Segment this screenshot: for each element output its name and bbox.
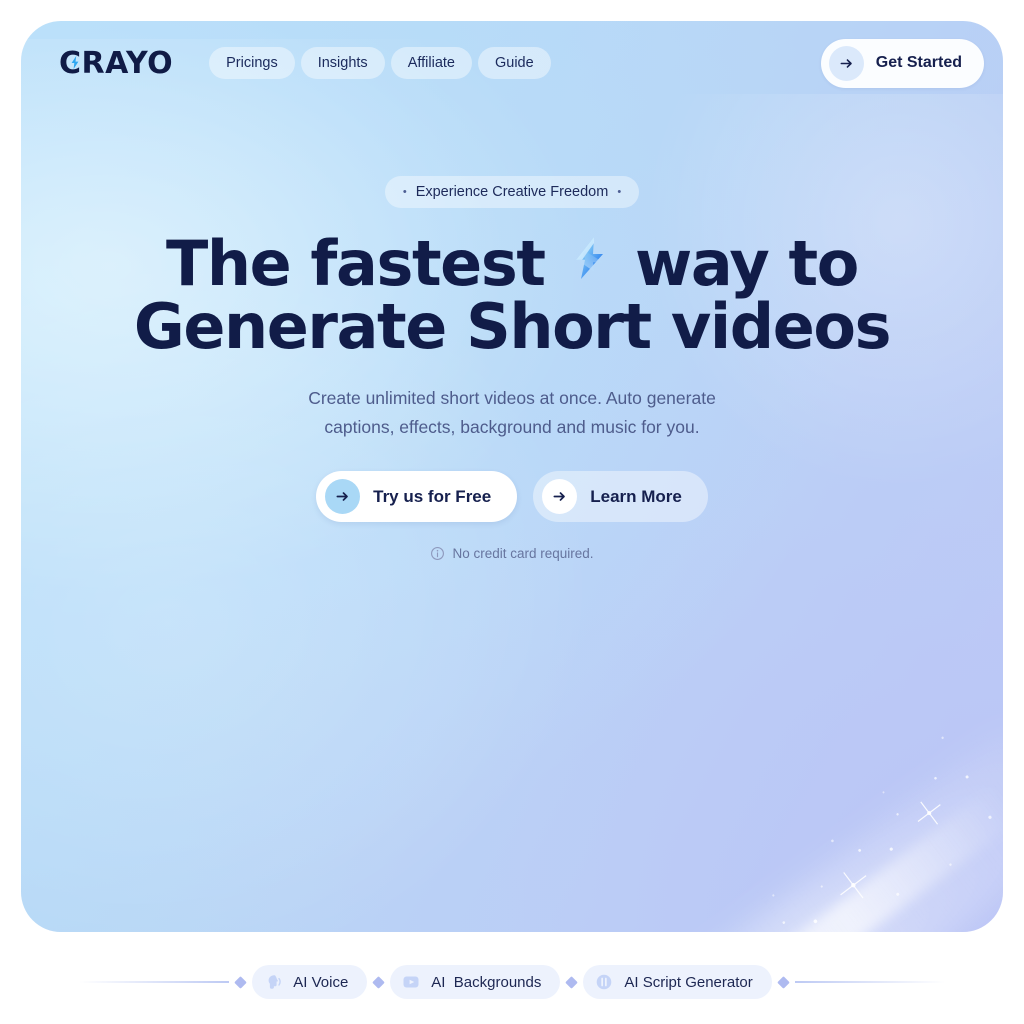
arrow-right-icon <box>542 479 578 515</box>
try-us-for-free-button[interactable]: Try us for Free <box>316 471 518 523</box>
diamond-separator-icon <box>565 975 579 989</box>
headline-line-2: Generate Short videos <box>133 290 892 364</box>
eyebrow-badge: • Experience Creative Freedom • <box>384 176 640 208</box>
hero-subtitle: Create unlimited short videos at once. A… <box>308 388 716 437</box>
feature-pill-label: AI Script Generator <box>624 973 753 991</box>
hero-content: • Experience Creative Freedom • The fast… <box>21 21 1003 561</box>
diamond-separator-icon <box>234 975 248 989</box>
lightning-bolt-3d-icon <box>567 235 613 291</box>
hero-cta-row: Try us for Free Learn More <box>316 471 708 523</box>
sparkle-streak-decoration <box>288 576 1003 932</box>
voice-head-icon <box>268 975 282 989</box>
script-circle-icon <box>597 974 612 990</box>
badge-text: Experience Creative Freedom <box>415 184 609 200</box>
diamond-separator-icon <box>372 975 386 989</box>
headline-part-1: The fastest <box>165 227 546 300</box>
badge-dot-left: • <box>402 185 407 198</box>
hero-panel: CRAYO Pricings Insights Affiliate Guide <box>21 21 1003 932</box>
no-credit-card-text: No credit card required. <box>452 546 594 562</box>
diamond-separator-icon <box>776 975 790 989</box>
try-us-for-free-label: Try us for Free <box>373 486 492 506</box>
video-play-icon <box>403 976 419 988</box>
feature-pill-label: AI Voice <box>293 973 349 991</box>
divider-line-right <box>794 981 945 983</box>
feature-pill-ai-voice[interactable]: AI Voice <box>252 965 368 999</box>
feature-pill-ai-script-generator[interactable]: AI Script Generator <box>583 965 772 999</box>
page-root: CRAYO Pricings Insights Affiliate Guide <box>0 0 1024 1024</box>
learn-more-label: Learn More <box>590 486 682 506</box>
arrow-right-icon <box>325 479 361 515</box>
info-circle-icon <box>431 547 445 561</box>
feature-pill-ai-backgrounds[interactable]: AI Backgrounds <box>390 965 561 999</box>
feature-pill-label: AI Backgrounds <box>431 973 542 991</box>
headline-part-2: way to <box>634 227 859 300</box>
badge-dot-right: • <box>617 185 622 198</box>
learn-more-button[interactable]: Learn More <box>533 471 708 523</box>
divider-line-left <box>79 981 230 983</box>
page-title: The fastest way to Generate Short videos <box>134 232 892 358</box>
no-credit-card-note: No credit card required. <box>430 546 594 562</box>
feature-pills-bar: AI Voice AI Backgrounds AI Script Genera… <box>0 964 1024 1000</box>
